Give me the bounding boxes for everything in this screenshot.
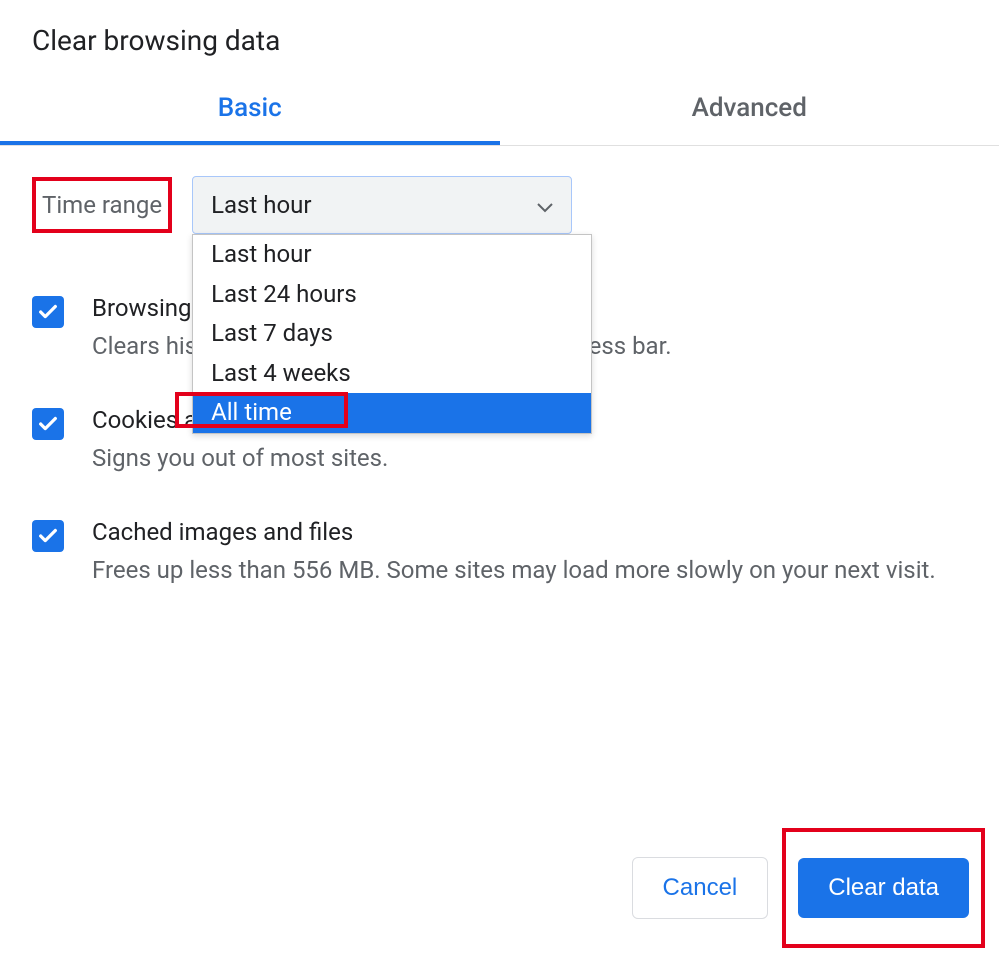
checkbox-cookies[interactable] [32,408,64,440]
dropdown-option-last-4-weeks[interactable]: Last 4 weeks [193,354,591,394]
tab-basic[interactable]: Basic [0,77,500,145]
checkmark-icon [37,525,59,547]
option-cache-title: Cached images and files [92,518,967,546]
tab-advanced[interactable]: Advanced [500,77,999,145]
checkbox-browsing-history[interactable] [32,296,64,328]
time-range-label: Time range [32,177,172,233]
checkmark-icon [37,301,59,323]
dropdown-option-all-time[interactable]: All time [193,393,591,433]
option-cache: Cached images and files Frees up less th… [32,518,967,588]
cancel-button[interactable]: Cancel [632,857,769,919]
highlight-annotation-clear: Clear data [782,828,985,948]
option-cache-text: Cached images and files Frees up less th… [92,518,967,588]
time-range-select-wrapper: Last hour Last hour Last 24 hours Last 7… [192,176,572,234]
dropdown-option-last-7-days[interactable]: Last 7 days [193,314,591,354]
clear-browsing-data-dialog: Clear browsing data Basic Advanced Time … [0,0,999,588]
checkmark-icon [37,413,59,435]
clear-data-button[interactable]: Clear data [798,858,969,918]
option-cookies-desc: Signs you out of most sites. [92,440,967,476]
option-cache-desc: Frees up less than 556 MB. Some sites ma… [92,552,967,588]
time-range-select[interactable]: Last hour [192,176,572,234]
dialog-footer: Cancel Clear data [632,828,985,948]
time-range-dropdown: Last hour Last 24 hours Last 7 days Last… [192,234,592,434]
time-range-selected-value: Last hour [211,191,311,219]
time-range-row: Time range Last hour Last hour Last 24 h… [32,176,967,234]
dropdown-option-last-hour[interactable]: Last hour [193,235,591,275]
dialog-title: Clear browsing data [0,0,999,77]
dropdown-option-last-24-hours[interactable]: Last 24 hours [193,275,591,315]
dialog-content: Time range Last hour Last hour Last 24 h… [0,146,999,588]
checkbox-cache[interactable] [32,520,64,552]
dropdown-arrow-icon [537,191,553,219]
tabs: Basic Advanced [0,77,999,146]
